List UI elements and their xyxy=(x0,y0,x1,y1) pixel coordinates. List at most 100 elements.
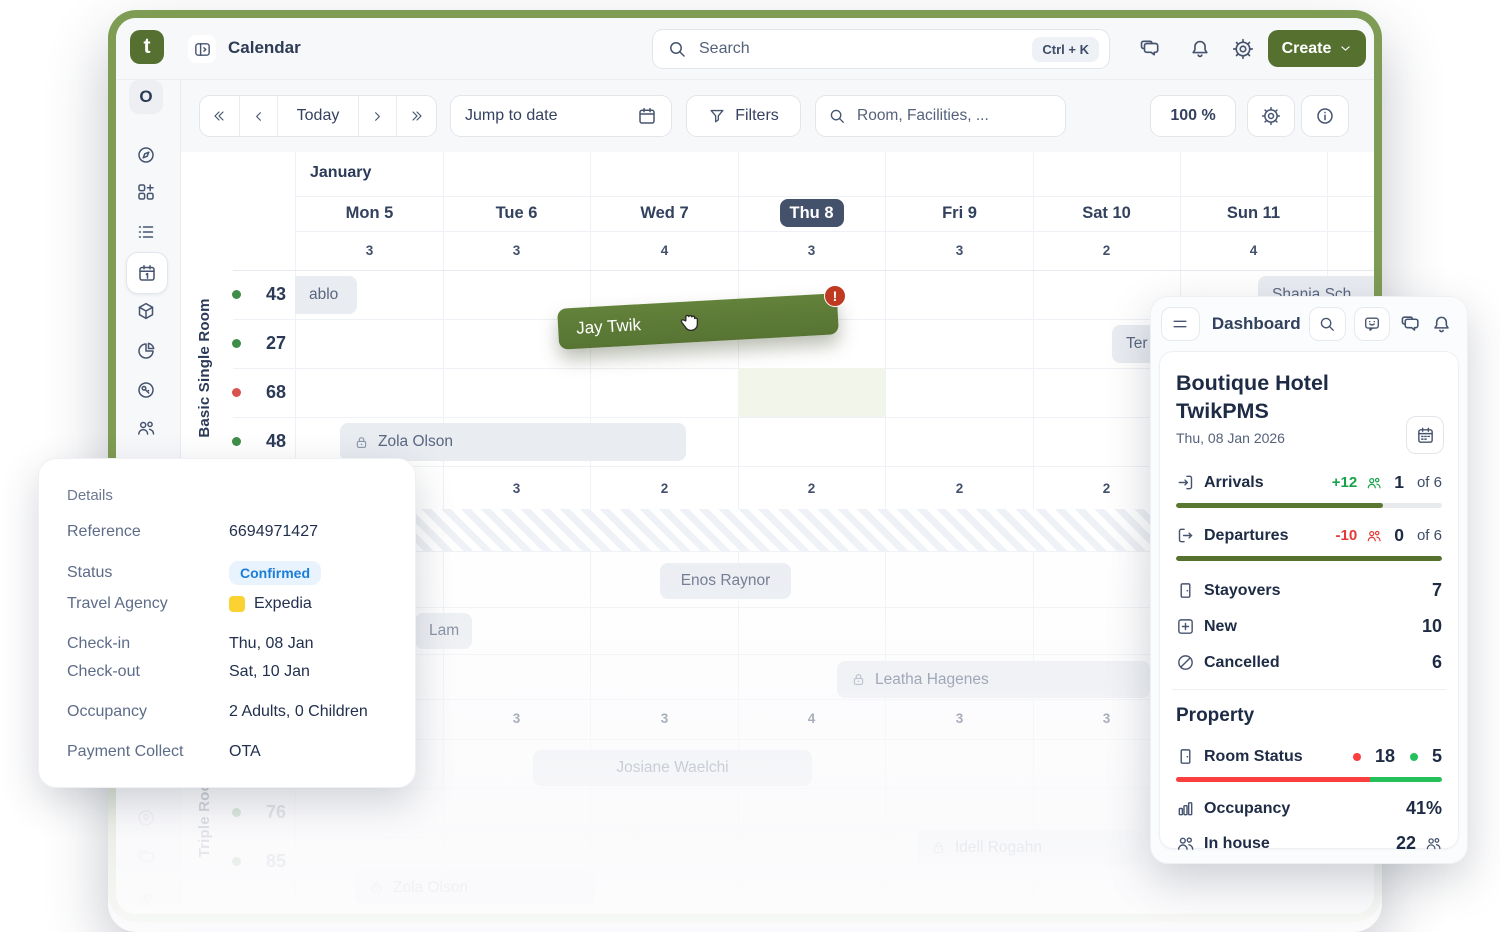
nav-prev-button[interactable] xyxy=(240,96,278,136)
rail-item-reports[interactable] xyxy=(136,341,156,361)
global-search-input[interactable] xyxy=(697,39,1032,59)
detail-row-status: Status Confirmed xyxy=(67,561,387,585)
availability-count: 3 xyxy=(443,699,590,739)
reservation-chip-locked[interactable]: Zola Olson xyxy=(340,423,686,461)
departure-icon xyxy=(1176,526,1195,545)
date-nav-group: Today xyxy=(199,95,437,137)
list-icon xyxy=(136,222,156,242)
stayovers-row[interactable]: Stayovers 7 xyxy=(1176,580,1442,601)
drop-target-cell xyxy=(738,368,885,417)
settings-button[interactable] xyxy=(1232,38,1254,60)
arrivals-total: of 6 xyxy=(1417,474,1442,491)
occupancy-value: 41% xyxy=(1406,798,1442,819)
day-header-wed7[interactable]: Wed 7 xyxy=(591,196,738,231)
guest-name: Enos Raynor xyxy=(681,572,771,590)
zoom-level-button[interactable]: 100 % xyxy=(1150,95,1236,137)
feedback-button[interactable] xyxy=(1354,307,1391,341)
room-status-row[interactable]: Room Status 18 5 xyxy=(1176,746,1442,767)
rail-item-history[interactable] xyxy=(136,808,156,828)
rail-item-list[interactable] xyxy=(136,222,156,242)
room-number[interactable]: 43 xyxy=(244,283,286,305)
org-avatar[interactable]: O xyxy=(129,80,163,114)
bell-icon xyxy=(1189,38,1211,60)
departures-row[interactable]: Departures -10 0 of 6 xyxy=(1176,525,1442,546)
room-search-input[interactable] xyxy=(855,106,1053,126)
rail-item-keys[interactable] xyxy=(136,380,156,400)
grid-line xyxy=(233,270,1374,271)
rail-item-chat[interactable] xyxy=(136,848,156,868)
occupancy-row[interactable]: Occupancy 41% xyxy=(1176,798,1442,819)
notifications-button[interactable] xyxy=(1189,38,1211,60)
detail-value: Sat, 10 Jan xyxy=(229,663,310,681)
reservation-chip[interactable]: Josiane Waelchi xyxy=(533,750,812,786)
create-button[interactable]: Create xyxy=(1268,30,1366,67)
messages-button[interactable] xyxy=(1139,38,1161,60)
jump-to-date-button[interactable]: Jump to date xyxy=(450,95,672,137)
day-header-sat10[interactable]: Sat 10 xyxy=(1033,196,1180,231)
departures-progress-fill xyxy=(1176,556,1442,561)
dashboard-panel: Dashboard Boutique HotelTwikPMS Thu, 08 … xyxy=(1150,296,1468,864)
calendar-settings-button[interactable] xyxy=(1247,95,1295,137)
day-header-thu8-selected[interactable]: Thu 8 xyxy=(738,196,885,231)
day-header-sun11[interactable]: Sun 11 xyxy=(1180,196,1327,231)
day-header-mon5[interactable]: Mon 5 xyxy=(296,196,443,231)
nav-last-button[interactable] xyxy=(397,96,436,136)
room-number[interactable]: 27 xyxy=(244,332,286,354)
rail-item-dashboard[interactable] xyxy=(136,145,156,165)
rail-item-calendar-active[interactable] xyxy=(126,252,168,294)
availability-count: 2 xyxy=(886,467,1033,510)
reservation-chip-locked[interactable]: Zola Olson xyxy=(355,870,595,905)
detail-row-agency: Travel Agency Expedia xyxy=(67,595,387,613)
reservation-chip[interactable]: ablo xyxy=(295,276,357,314)
info-button[interactable] xyxy=(1301,95,1349,137)
key-icon xyxy=(136,380,156,400)
day-header-fri9[interactable]: Fri 9 xyxy=(886,196,1033,231)
rail-item-inventory[interactable] xyxy=(136,301,156,321)
departures-delta: -10 xyxy=(1336,527,1358,544)
guest-name: ablo xyxy=(309,286,338,304)
detail-value: Thu, 08 Jan xyxy=(229,635,314,653)
today-button[interactable]: Today xyxy=(278,96,359,136)
dashboard-notifications-button[interactable] xyxy=(1430,312,1453,336)
dashboard-date: Thu, 08 Jan 2026 xyxy=(1176,430,1442,446)
room-group-label: Basic Single Room xyxy=(195,268,215,468)
reservation-chip[interactable]: Enos Raynor xyxy=(660,563,791,599)
room-number[interactable]: 85 xyxy=(244,850,286,872)
people-icon xyxy=(1366,475,1382,491)
nav-first-button[interactable] xyxy=(200,96,240,136)
room-number[interactable]: 68 xyxy=(244,381,286,403)
date-picker-button[interactable] xyxy=(1406,416,1444,454)
room-number[interactable]: 76 xyxy=(244,801,286,823)
error-badge: ! xyxy=(824,285,846,307)
details-title: Details xyxy=(67,487,387,504)
dashboard-messages-button[interactable] xyxy=(1398,312,1421,336)
rail-item-broadcast[interactable] xyxy=(136,888,156,908)
app-logo[interactable]: t xyxy=(130,30,164,64)
reservation-chip-locked[interactable]: Idell Rogahn xyxy=(917,830,1143,865)
new-row[interactable]: New 10 xyxy=(1176,616,1442,637)
lock-icon xyxy=(931,840,946,855)
day-header-tue6[interactable]: Tue 6 xyxy=(443,196,590,231)
cancelled-row[interactable]: Cancelled 6 xyxy=(1176,652,1442,673)
in-house-row[interactable]: In house 22 xyxy=(1176,833,1442,854)
nav-next-button[interactable] xyxy=(359,96,397,136)
in-house-label: In house xyxy=(1204,835,1387,853)
rail-item-guests[interactable] xyxy=(136,418,156,438)
dashboard-search-button[interactable] xyxy=(1309,307,1346,341)
room-number[interactable]: 48 xyxy=(244,430,286,452)
sidebar-toggle-button[interactable] xyxy=(188,35,216,63)
detail-label: Status xyxy=(67,564,229,582)
filter-funnel-icon xyxy=(708,107,726,125)
room-search[interactable] xyxy=(815,95,1066,137)
filters-button[interactable]: Filters xyxy=(686,95,801,137)
create-button-label: Create xyxy=(1282,40,1332,58)
reservation-chip[interactable]: Lam xyxy=(415,613,472,649)
reservation-chip-locked[interactable]: Leatha Hagenes xyxy=(837,661,1150,698)
availability-count: 2 xyxy=(591,467,738,510)
page-title: Calendar xyxy=(228,38,301,58)
rail-item-apps[interactable] xyxy=(136,182,156,202)
arrivals-row[interactable]: Arrivals +12 1 of 6 xyxy=(1176,472,1442,493)
global-search[interactable]: Ctrl + K xyxy=(652,29,1110,69)
menu-button[interactable] xyxy=(1161,307,1200,341)
clean-count: 5 xyxy=(1432,746,1442,767)
